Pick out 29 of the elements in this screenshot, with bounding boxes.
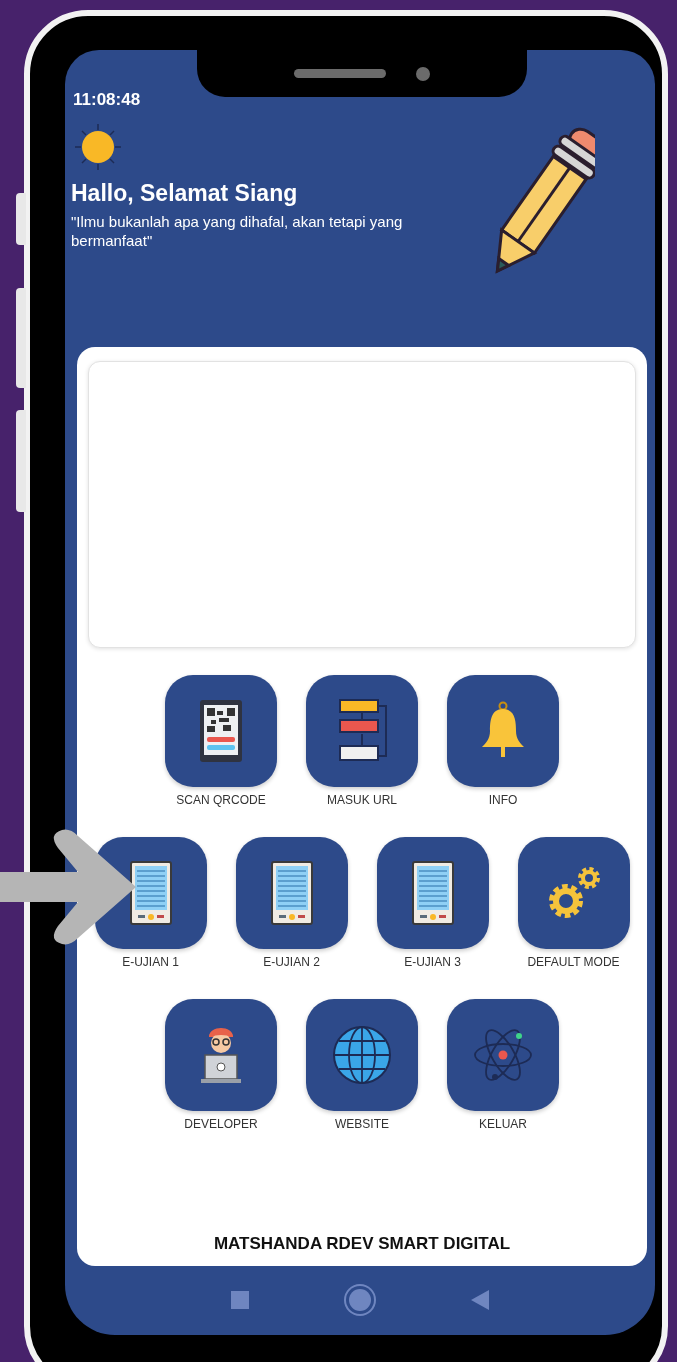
menu-label: DEVELOPER bbox=[184, 1116, 258, 1131]
menu-label: KELUAR bbox=[479, 1116, 527, 1131]
menu-label: E-UJIAN 2 bbox=[263, 954, 320, 969]
menu-label: E-UJIAN 1 bbox=[122, 954, 179, 969]
footer-text: MATSHANDA RDEV SMART DIGITAL bbox=[213, 1233, 511, 1254]
menu-tile[interactable] bbox=[235, 836, 348, 949]
ebook-reader-icon bbox=[411, 860, 454, 925]
menu-label: WEBSITE bbox=[335, 1116, 389, 1131]
qr-phone-icon bbox=[199, 698, 243, 763]
menu-tile[interactable] bbox=[447, 674, 559, 787]
menu-label: MASUK URL bbox=[327, 792, 397, 807]
quote-text: "Ilmu bukanlah apa yang dihafal, akan tetapi yang bermanfaat" bbox=[71, 212, 404, 250]
menu-label: DEFAULT MODE bbox=[527, 954, 620, 969]
menu-tile[interactable] bbox=[165, 998, 277, 1111]
menu-tile[interactable] bbox=[165, 674, 277, 787]
menu-tile[interactable] bbox=[306, 998, 418, 1111]
menu-label: INFO bbox=[488, 792, 518, 807]
menu-tile[interactable] bbox=[306, 674, 418, 787]
menu-tile[interactable] bbox=[376, 836, 489, 949]
sun-icon bbox=[73, 122, 123, 172]
status-time: 11:08:48 bbox=[73, 90, 142, 110]
ebook-reader-icon bbox=[270, 860, 313, 925]
menu-tile[interactable] bbox=[517, 836, 630, 949]
ebook-reader-icon bbox=[129, 860, 172, 925]
menu-label: SCAN QRCODE bbox=[176, 792, 266, 807]
menu-tile[interactable] bbox=[447, 998, 559, 1111]
globe-icon bbox=[332, 1024, 392, 1085]
menu-label: E-UJIAN 3 bbox=[404, 954, 461, 969]
greeting-title: Hallo, Selamat Siang bbox=[71, 180, 298, 207]
